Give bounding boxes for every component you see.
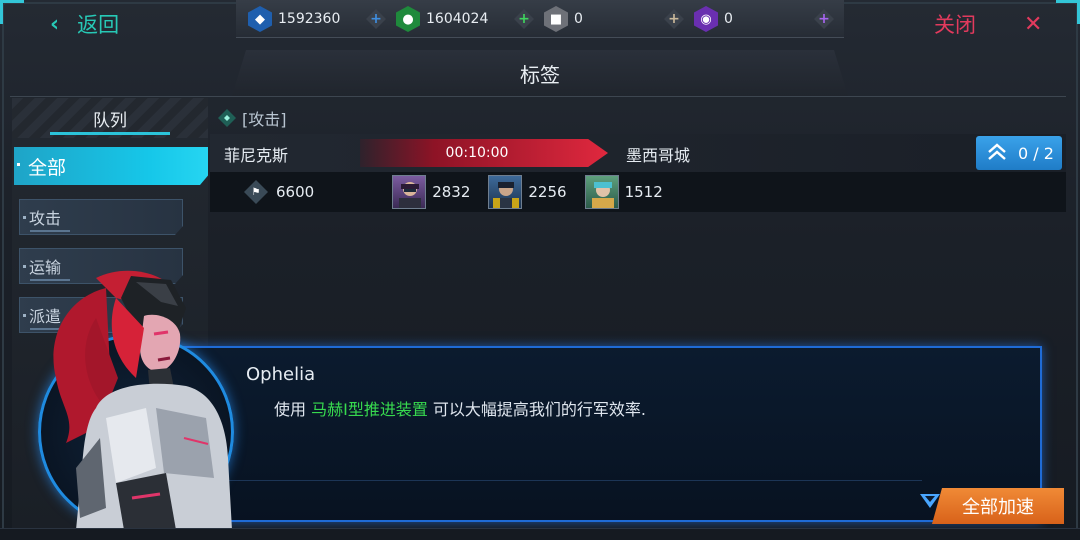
title-divider <box>10 96 1066 97</box>
resource-water-value: 1604024 <box>426 11 489 27</box>
march-entry[interactable]: 菲尼克斯 00:10:00 墨西哥城 0 / 2 ⚑ 6600 2832 225… <box>210 134 1066 212</box>
hero-power: 2832 <box>432 183 471 201</box>
add-crystal-button[interactable]: + <box>366 9 386 29</box>
chevron-left-icon: ‹ <box>50 11 60 37</box>
add-ore-button[interactable]: + <box>664 9 684 29</box>
troop-count: 6600 <box>276 183 315 201</box>
ore-icon: ■ <box>544 6 568 32</box>
speedup-count: 0 / 2 <box>1018 143 1054 163</box>
march-route: 菲尼克斯 00:10:00 墨西哥城 0 / 2 <box>210 134 1066 172</box>
queue-tag: [攻击] <box>218 106 287 130</box>
resource-ore: ■ 0 <box>544 6 583 32</box>
march-timer-bar: 00:10:00 <box>360 139 608 167</box>
gem-icon: ◉ <box>694 6 718 32</box>
advisor-portrait <box>53 270 232 530</box>
water-drop-icon: ● <box>396 6 420 32</box>
resource-bar: ◆ 1592360 + ● 1604024 + ■ 0 + ◉ 0 + <box>236 0 844 38</box>
bullet-icon <box>23 216 26 219</box>
resource-crystal-value: 1592360 <box>278 11 341 27</box>
troops-icon: ⚑ <box>244 180 268 204</box>
hero-slot[interactable]: 2256 <box>488 175 567 209</box>
item-link[interactable]: 马赫I型推进装置 <box>311 400 428 419</box>
resource-ore-value: 0 <box>574 11 583 27</box>
advisor-dialog[interactable]: Ophelia 使用 马赫I型推进装置 可以大幅提高我们的行军效率. <box>160 346 1042 522</box>
sidebar-item-attack[interactable]: 攻击 <box>19 199 183 235</box>
back-label: 返回 <box>77 13 120 37</box>
march-timer: 00:10:00 <box>445 145 509 161</box>
resource-gem-value: 0 <box>724 11 733 27</box>
hero-portrait <box>488 175 523 209</box>
sidebar-item-label: 攻击 <box>29 209 62 228</box>
close-icon: ✕ <box>1024 11 1043 37</box>
tag-diamond-icon <box>218 109 236 127</box>
sidebar-item-all[interactable]: 全部 <box>14 147 208 185</box>
top-bar: ‹ 返回 ◆ 1592360 + ● 1604024 + ■ 0 + ◉ 0 +… <box>0 0 1080 44</box>
hero-avatar-icon <box>493 182 520 208</box>
tag-label: [攻击] <box>242 110 287 129</box>
bottom-strip <box>0 528 1080 540</box>
resource-water: ● 1604024 <box>396 6 488 32</box>
hero-avatar-icon <box>591 182 614 208</box>
hero-slot[interactable]: 2832 <box>392 175 470 209</box>
item-underline <box>30 230 70 232</box>
sidebar-header: 队列 <box>12 98 208 138</box>
sidebar-item-label: 全部 <box>28 156 67 179</box>
resource-crystal: ◆ 1592360 <box>248 6 340 32</box>
close-button[interactable]: 关闭 ✕ <box>934 10 1042 38</box>
hero-power: 1512 <box>624 183 663 201</box>
sidebar-header-label: 队列 <box>93 111 127 131</box>
double-chevron-up-icon <box>988 143 1006 160</box>
back-button[interactable]: ‹ 返回 <box>50 10 119 38</box>
speed-up-all-button[interactable]: 全部加速 <box>932 488 1064 524</box>
dialog-message: 使用 马赫I型推进装置 可以大幅提高我们的行军效率. <box>274 396 646 420</box>
destination-city: 墨西哥城 <box>626 146 691 165</box>
sidebar-header-underline <box>50 132 170 135</box>
bullet-icon <box>23 265 26 268</box>
title-bar: 标签 <box>232 50 848 96</box>
resource-gem: ◉ 0 <box>694 6 733 32</box>
dialog-divider <box>222 480 922 481</box>
message-suffix: 可以大幅提高我们的行军效率. <box>427 400 647 419</box>
add-gem-button[interactable]: + <box>814 9 834 29</box>
message-prefix: 使用 <box>274 400 312 419</box>
speedup-button[interactable]: 0 / 2 <box>976 136 1062 170</box>
page-title: 标签 <box>520 62 560 87</box>
add-water-button[interactable]: + <box>514 9 534 29</box>
origin-city: 菲尼克斯 <box>224 146 289 165</box>
bullet-icon <box>17 163 20 166</box>
speed-up-all-label: 全部加速 <box>962 497 1034 518</box>
close-label: 关闭 <box>934 13 976 37</box>
crystal-icon: ◆ <box>248 6 272 32</box>
hero-power: 2256 <box>528 183 567 201</box>
hero-portrait <box>392 175 427 209</box>
hero-portrait <box>584 175 619 209</box>
hero-avatar-icon <box>399 182 422 208</box>
speaker-name: Ophelia <box>246 364 316 385</box>
march-units: ⚑ 6600 2832 2256 1512 <box>210 174 1066 210</box>
hero-slot[interactable]: 1512 <box>584 175 663 209</box>
bullet-icon <box>23 314 26 317</box>
